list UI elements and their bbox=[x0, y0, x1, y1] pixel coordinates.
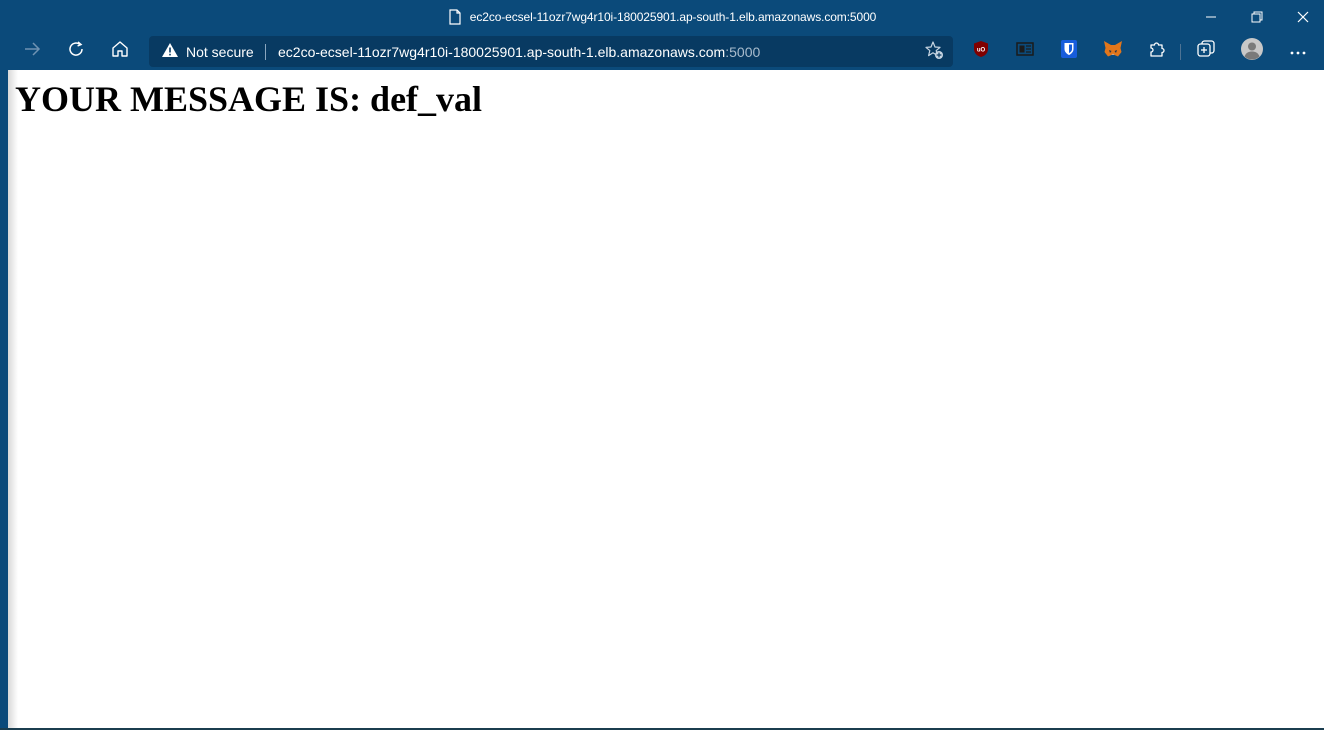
url-port: :5000 bbox=[725, 43, 761, 60]
address-bar[interactable]: Not secure ec2co-ecsel-11ozr7wg4r10i-180… bbox=[149, 36, 953, 67]
more-options-icon bbox=[1290, 42, 1306, 60]
toolbar-divider bbox=[1180, 44, 1181, 60]
security-indicator[interactable]: Not secure bbox=[161, 36, 254, 67]
browser-toolbar: Not secure ec2co-ecsel-11ozr7wg4r10i-180… bbox=[0, 33, 1324, 70]
add-favorite-button[interactable] bbox=[923, 40, 945, 65]
metamask-button[interactable] bbox=[1101, 39, 1125, 63]
window-title: ec2co-ecsel-11ozr7wg4r10i-180025901.ap-s… bbox=[469, 9, 877, 24]
bitwarden-button[interactable] bbox=[1057, 39, 1081, 63]
window-title-area: ec2co-ecsel-11ozr7wg4r10i-180025901.ap-s… bbox=[0, 0, 1324, 33]
warning-icon bbox=[161, 42, 179, 61]
title-bar: ec2co-ecsel-11ozr7wg4r10i-180025901.ap-s… bbox=[0, 0, 1324, 33]
home-icon bbox=[111, 40, 129, 63]
page-icon bbox=[448, 8, 462, 25]
url-text[interactable]: ec2co-ecsel-11ozr7wg4r10i-180025901.ap-s… bbox=[278, 36, 760, 67]
restore-button[interactable] bbox=[1234, 0, 1280, 33]
refresh-button[interactable] bbox=[59, 36, 93, 66]
reader-icon bbox=[1016, 41, 1034, 61]
url-host: ec2co-ecsel-11ozr7wg4r10i-180025901.ap-s… bbox=[278, 43, 726, 60]
ublock-origin-button[interactable]: uO bbox=[969, 39, 993, 63]
minimize-button[interactable] bbox=[1188, 0, 1234, 33]
address-divider bbox=[265, 44, 266, 60]
bitwarden-icon bbox=[1061, 39, 1077, 63]
collections-icon bbox=[1196, 39, 1216, 64]
security-label: Not secure bbox=[186, 43, 254, 60]
message-heading: YOUR MESSAGE IS: def_val bbox=[15, 79, 483, 119]
svg-text:uO: uO bbox=[977, 47, 986, 53]
ublock-origin-icon: uO bbox=[973, 40, 989, 63]
collections-button[interactable] bbox=[1194, 39, 1218, 63]
star-add-icon bbox=[924, 40, 944, 65]
puzzle-icon bbox=[1148, 40, 1166, 63]
avatar-icon bbox=[1241, 37, 1263, 65]
content-edge-shadow bbox=[8, 70, 18, 728]
profile-button[interactable] bbox=[1240, 37, 1264, 65]
extensions-button[interactable] bbox=[1145, 39, 1169, 63]
arrow-right-icon bbox=[23, 41, 41, 62]
forward-button[interactable] bbox=[15, 36, 49, 66]
reader-extension-button[interactable] bbox=[1013, 39, 1037, 63]
home-button[interactable] bbox=[103, 36, 137, 66]
metamask-icon bbox=[1103, 40, 1123, 63]
page-content: YOUR MESSAGE IS: def_val bbox=[8, 70, 1324, 728]
settings-menu-button[interactable] bbox=[1286, 39, 1310, 63]
close-button[interactable] bbox=[1280, 0, 1324, 33]
refresh-icon bbox=[67, 40, 85, 63]
